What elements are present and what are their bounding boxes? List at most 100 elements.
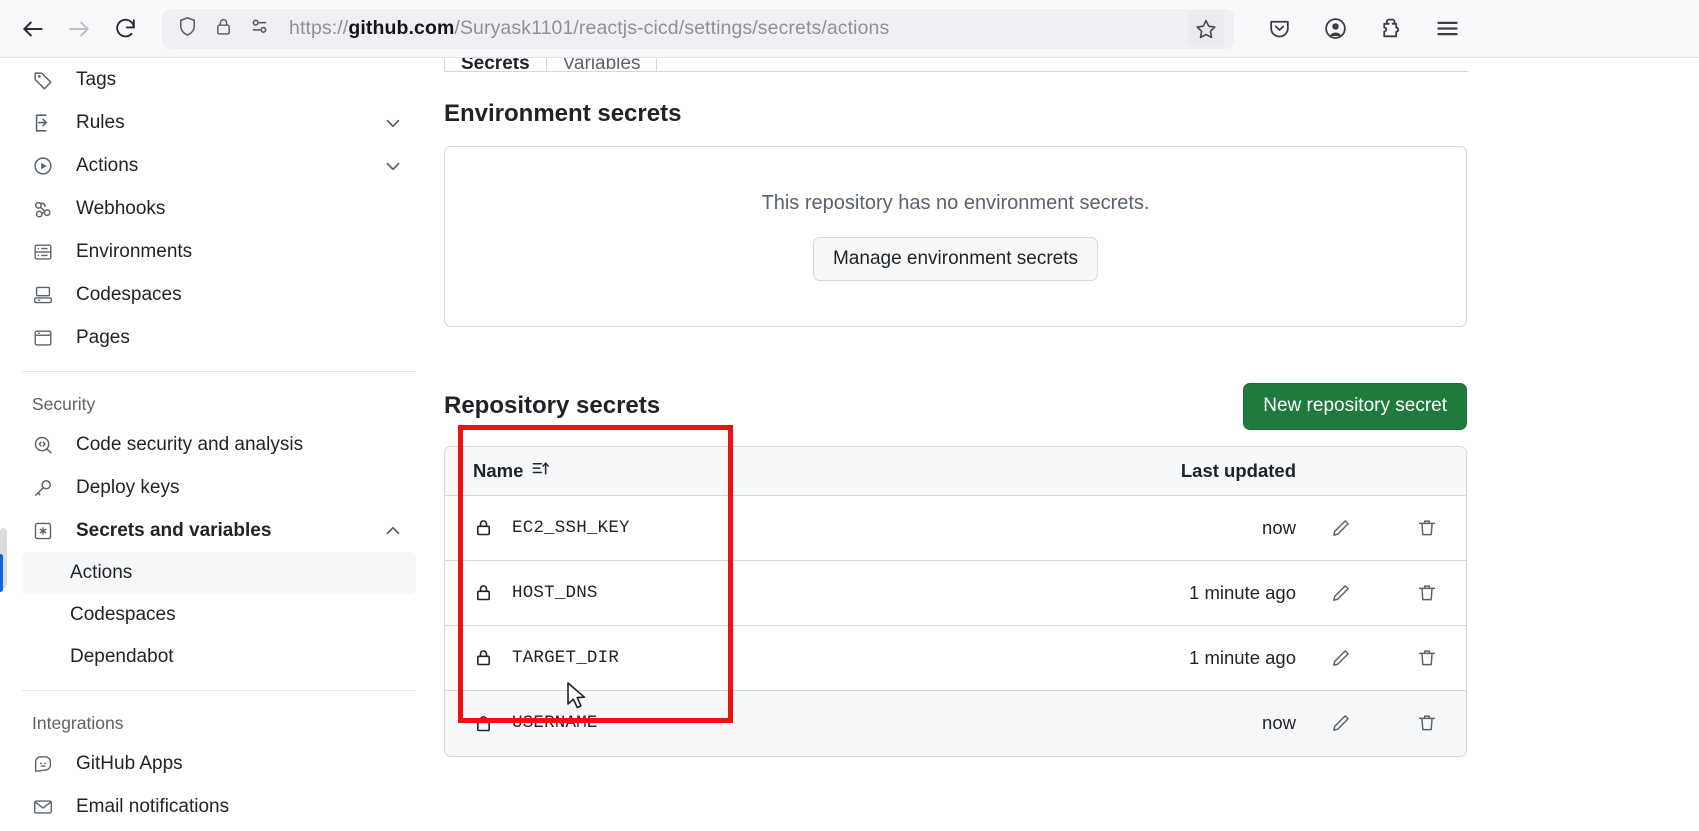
account-icon[interactable]: [1318, 12, 1352, 46]
environment-secrets-empty-message: This repository has no environment secre…: [761, 191, 1150, 214]
sidebar-subitem-label: Dependabot: [70, 646, 174, 667]
sidebar-item-label: Rules: [76, 111, 125, 133]
back-arrow-icon[interactable]: [14, 10, 52, 48]
trash-icon[interactable]: [1410, 576, 1444, 610]
secret-name: USERNAME: [512, 713, 598, 734]
page-body: Tags Rules Actions Webhooks Environments…: [0, 58, 1699, 831]
sidebar-item-email-notifications[interactable]: Email notifications: [22, 785, 416, 828]
trash-icon[interactable]: [1410, 511, 1444, 545]
reload-icon[interactable]: [106, 10, 144, 48]
url-text[interactable]: https://github.com/Suryask1101/reactjs-c…: [289, 17, 1188, 40]
codespaces-icon: [32, 284, 60, 306]
sidebar-item-secrets-dependabot[interactable]: Dependabot: [22, 636, 416, 678]
sidebar-item-code-security-and-analysis[interactable]: Code security and analysis: [22, 423, 416, 466]
sidebar-item-rules[interactable]: Rules: [22, 101, 416, 144]
content-inner: Environment secrets This repository has …: [441, 58, 1467, 757]
shield-icon[interactable]: [176, 15, 199, 43]
sidebar-item-actions[interactable]: Actions: [22, 144, 416, 187]
table-row[interactable]: USERNAME now: [445, 690, 1466, 756]
secret-last-updated: 1 minute ago: [1189, 581, 1296, 603]
sidebar-item-github-apps[interactable]: GitHub Apps: [22, 742, 416, 785]
tab-variables[interactable]: Variables: [547, 58, 658, 71]
toolbar-right-icons: [1262, 12, 1464, 46]
sidebar-item-secrets-and-variables[interactable]: Secrets and variables: [22, 509, 416, 552]
table-row[interactable]: HOST_DNS 1 minute ago: [445, 561, 1466, 626]
chevron-up-icon[interactable]: [382, 520, 404, 542]
sidebar-item-webhooks[interactable]: Webhooks: [22, 187, 416, 230]
hamburger-menu-icon[interactable]: [1430, 12, 1464, 46]
webhook-icon: [32, 198, 60, 220]
rules-icon: [32, 112, 60, 134]
sidebar-item-pages[interactable]: Pages: [22, 316, 416, 359]
secret-name-cell: USERNAME: [473, 713, 1034, 734]
sidebar-item-label: Actions: [76, 154, 139, 176]
secret-name: HOST_DNS: [512, 582, 598, 603]
sidebar-item-secrets-actions[interactable]: Actions: [0, 552, 416, 594]
settings-sidebar: Tags Rules Actions Webhooks Environments…: [0, 58, 441, 831]
sidebar-item-label: GitHub Apps: [76, 752, 183, 774]
secret-name: EC2_SSH_KEY: [512, 517, 630, 538]
secret-last-updated: now: [1262, 516, 1296, 538]
secret-name-cell: EC2_SSH_KEY: [473, 517, 1034, 538]
secret-name-cell: HOST_DNS: [473, 582, 1034, 603]
lock-icon: [473, 713, 494, 734]
environment-secrets-empty-card: This repository has no environment secre…: [444, 146, 1467, 327]
envelope-icon: [32, 796, 60, 818]
repository-secrets-title: Repository secrets: [444, 392, 661, 420]
table-header-row: Name Last updated: [445, 446, 1466, 496]
tag-icon: [32, 69, 60, 91]
sidebar-item-secrets-codespaces[interactable]: Codespaces: [22, 594, 416, 636]
table-row[interactable]: TARGET_DIR 1 minute ago: [445, 626, 1466, 691]
sidebar-item-label: Code security and analysis: [76, 433, 304, 455]
lock-icon: [473, 582, 494, 603]
url-path: /Suryask1101/reactjs-cicd/settings/secre…: [454, 17, 890, 39]
secret-last-updated: 1 minute ago: [1189, 646, 1296, 668]
secrets-variables-tabs: Secrets Variables: [444, 58, 1468, 72]
forward-arrow-icon[interactable]: [60, 10, 98, 48]
sidebar-item-label: Codespaces: [76, 283, 182, 305]
pencil-icon[interactable]: [1324, 706, 1358, 740]
pencil-icon[interactable]: [1324, 641, 1358, 675]
row-actions: [1324, 641, 1444, 675]
trash-icon[interactable]: [1410, 706, 1444, 740]
chevron-down-icon[interactable]: [382, 112, 404, 134]
chevron-down-icon[interactable]: [382, 155, 404, 177]
url-host: github.com: [348, 17, 455, 39]
key-icon: [32, 477, 60, 499]
sidebar-item-codespaces[interactable]: Codespaces: [22, 273, 416, 316]
sidebar-item-deploy-keys[interactable]: Deploy keys: [22, 466, 416, 509]
sidebar-divider: [22, 690, 416, 691]
pencil-icon[interactable]: [1324, 576, 1358, 610]
url-scheme: https://: [289, 17, 349, 39]
column-header-name[interactable]: Name: [473, 459, 1034, 483]
browser-toolbar: https://github.com/Suryask1101/reactjs-c…: [0, 0, 1699, 58]
browser-window-icon: [32, 327, 60, 349]
sidebar-subitem-label: Codespaces: [70, 604, 176, 625]
secret-last-updated: now: [1262, 712, 1296, 734]
pencil-icon[interactable]: [1324, 511, 1358, 545]
sort-ascending-icon[interactable]: [531, 459, 550, 483]
column-header-last-updated: Last updated: [1180, 459, 1296, 481]
main-content: Secrets Variables Environment secrets Th…: [441, 58, 1699, 831]
sidebar-item-label: Webhooks: [76, 197, 166, 219]
new-repository-secret-button[interactable]: New repository secret: [1243, 383, 1467, 430]
code-scan-icon: [32, 434, 60, 456]
sidebar-item-label: Secrets and variables: [76, 519, 272, 541]
pocket-save-icon[interactable]: [1262, 12, 1296, 46]
row-actions: [1324, 511, 1444, 545]
tab-secrets[interactable]: Secrets: [444, 58, 547, 71]
extensions-puzzle-icon[interactable]: [1374, 12, 1408, 46]
sidebar-item-label: Pages: [76, 326, 130, 348]
sidebar-item-tags[interactable]: Tags: [22, 58, 416, 101]
star-icon[interactable]: [1188, 10, 1224, 47]
manage-environment-secrets-button[interactable]: Manage environment secrets: [812, 236, 1098, 282]
sidebar-item-label: Environments: [76, 240, 193, 262]
trash-icon[interactable]: [1410, 641, 1444, 675]
address-bar[interactable]: https://github.com/Suryask1101/reactjs-c…: [162, 8, 1234, 49]
sidebar-item-environments[interactable]: Environments: [22, 230, 416, 273]
site-permissions-icon[interactable]: [248, 15, 271, 43]
table-row[interactable]: EC2_SSH_KEY now: [445, 496, 1466, 561]
sidebar-heading-integrations: Integrations: [32, 713, 124, 733]
padlock-icon[interactable]: [213, 16, 234, 42]
sidebar-heading-security: Security: [32, 394, 96, 414]
